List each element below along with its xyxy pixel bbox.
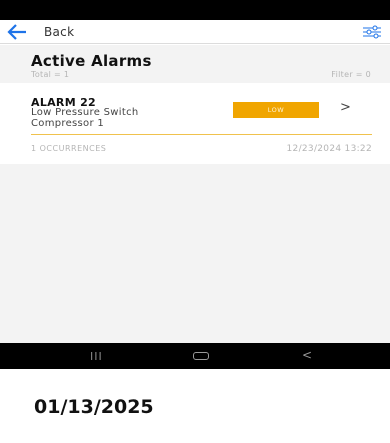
arrow-left-icon bbox=[7, 24, 26, 40]
page-title: Active Alarms bbox=[31, 52, 152, 70]
occurrence-count: 1 OCCURRENCES bbox=[31, 144, 107, 153]
total-count: Total = 1 bbox=[31, 70, 70, 79]
alarm-list-item[interactable]: ALARM 22 Low Pressure Switch Compressor … bbox=[0, 84, 390, 164]
alarm-timestamp: 12/23/2024 13:22 bbox=[286, 144, 372, 154]
top-nav-bar: Back bbox=[0, 20, 390, 44]
severity-badge: LOW bbox=[233, 102, 319, 118]
filter-count: Filter = 0 bbox=[331, 70, 371, 79]
recent-apps-button[interactable]: III bbox=[90, 350, 103, 363]
system-back-button[interactable]: < bbox=[302, 348, 312, 362]
back-label: Back bbox=[44, 25, 75, 39]
back-button[interactable]: Back bbox=[6, 23, 74, 41]
alarm-description: Low Pressure Switch Compressor 1 bbox=[31, 107, 139, 129]
home-button[interactable] bbox=[193, 352, 209, 360]
alarm-description-line1: Low Pressure Switch bbox=[31, 107, 139, 118]
chevron-right-icon[interactable]: > bbox=[340, 100, 351, 115]
alarm-description-line2: Compressor 1 bbox=[31, 118, 105, 129]
alarms-header: Active Alarms Total = 1 Filter = 0 bbox=[0, 45, 390, 83]
android-navigation-bar: III < bbox=[0, 343, 390, 369]
status-bar bbox=[0, 0, 390, 20]
sliders-icon[interactable] bbox=[362, 24, 382, 40]
list-empty-area bbox=[0, 164, 390, 343]
divider bbox=[31, 134, 372, 135]
date-caption: 01/13/2025 bbox=[34, 396, 154, 418]
